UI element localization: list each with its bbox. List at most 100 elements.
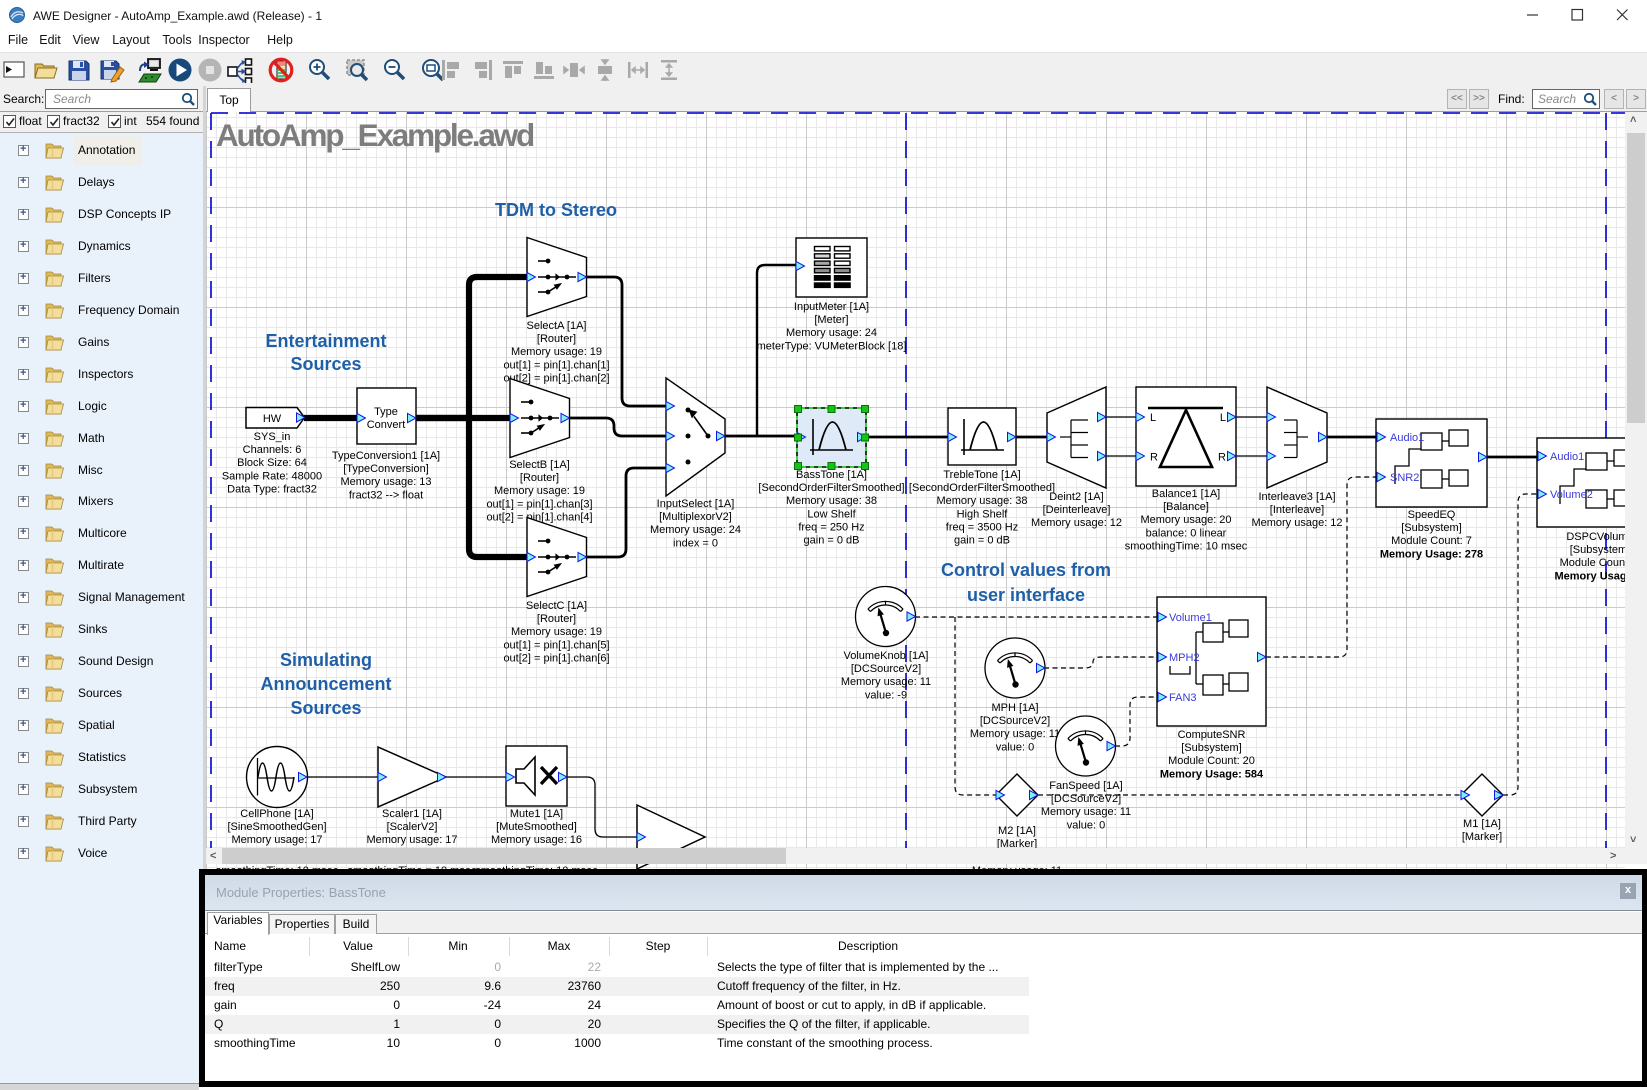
svg-text:value: 0: value: 0 <box>996 741 1035 753</box>
svg-text:SelectB [1A]: SelectB [1A] <box>509 459 570 471</box>
svg-text:out[1] = pin[1].chan[3]: out[1] = pin[1].chan[3] <box>486 498 592 510</box>
svg-text:[DCSourceV2]: [DCSourceV2] <box>1051 793 1121 805</box>
svg-text:Memory usage: 19: Memory usage: 19 <box>494 485 585 497</box>
svg-text:Channels: 6: Channels: 6 <box>243 444 302 456</box>
svg-text:[Subsystem]: [Subsystem] <box>1570 544 1625 556</box>
svg-text:L: L <box>1150 412 1156 424</box>
svg-text:Module Count: 5: Module Count: 5 <box>1560 557 1625 569</box>
svg-text:value: -9: value: -9 <box>865 689 907 701</box>
svg-text:Balance1 [1A]: Balance1 [1A] <box>1152 488 1221 500</box>
svg-text:ComputeSNR: ComputeSNR <box>1178 729 1246 741</box>
svg-text:Sample Rate: 48000: Sample Rate: 48000 <box>222 470 322 482</box>
svg-text:Memory Usage: 9: Memory Usage: 9 <box>1554 570 1625 582</box>
svg-text:[MuteSmoothed]: [MuteSmoothed] <box>496 821 577 833</box>
svg-text:[Meter]: [Meter] <box>814 314 848 326</box>
svg-text:index = 0: index = 0 <box>673 537 718 549</box>
svg-text:MPH2: MPH2 <box>1169 652 1200 664</box>
svg-text:SpeedEQ: SpeedEQ <box>1408 509 1456 521</box>
svg-text:Memory usage: 38: Memory usage: 38 <box>786 495 877 507</box>
svg-text:Memory usage: 12: Memory usage: 12 <box>1031 517 1122 529</box>
svg-text:Memory usage: 17: Memory usage: 17 <box>231 834 322 846</box>
svg-text:Simulating: Simulating <box>280 650 372 670</box>
svg-text:HW: HW <box>263 413 282 425</box>
svg-text:Memory usage: 19: Memory usage: 19 <box>511 626 602 638</box>
svg-text:freq = 250 Hz: freq = 250 Hz <box>798 521 864 533</box>
svg-text:[Subsystem]: [Subsystem] <box>1401 522 1462 534</box>
svg-text:[Balance]: [Balance] <box>1163 501 1209 513</box>
svg-text:Memory usage: 12: Memory usage: 12 <box>1251 517 1342 529</box>
svg-text:[Interleave]: [Interleave] <box>1270 504 1324 516</box>
svg-text:out[2] = pin[1].chan[6]: out[2] = pin[1].chan[6] <box>503 652 609 664</box>
svg-text:VolumeKnob [1A]: VolumeKnob [1A] <box>843 650 928 662</box>
svg-text:[Router]: [Router] <box>520 472 559 484</box>
svg-text:Sources: Sources <box>290 698 361 718</box>
svg-text:Memory usage: 16: Memory usage: 16 <box>491 834 582 846</box>
svg-text:[Router]: [Router] <box>537 333 576 345</box>
svg-text:Audio1: Audio1 <box>1550 451 1584 463</box>
svg-text:M2 [1A]: M2 [1A] <box>998 825 1036 837</box>
svg-text:BassTone [1A]: BassTone [1A] <box>796 469 867 481</box>
svg-text:SelectA [1A]: SelectA [1A] <box>527 320 587 332</box>
svg-text:AutoAmp_Example.awd: AutoAmp_Example.awd <box>216 117 534 153</box>
svg-text:value: 0: value: 0 <box>1067 819 1106 831</box>
svg-text:Entertainment: Entertainment <box>265 331 386 351</box>
svg-text:Memory Usage: 584: Memory Usage: 584 <box>1160 768 1264 780</box>
svg-text:fract32 --> float: fract32 --> float <box>349 489 423 501</box>
svg-text:SelectC [1A]: SelectC [1A] <box>526 600 587 612</box>
svg-text:InputSelect [1A]: InputSelect [1A] <box>657 498 735 510</box>
svg-text:CellPhone [1A]: CellPhone [1A] <box>240 808 313 820</box>
svg-text:Memory usage: 11: Memory usage: 11 <box>970 728 1060 740</box>
svg-text:Block Size: 64: Block Size: 64 <box>237 457 307 469</box>
svg-text:Announcement: Announcement <box>260 674 391 694</box>
svg-text:[Marker]: [Marker] <box>1462 831 1502 843</box>
svg-text:FAN3: FAN3 <box>1169 692 1197 704</box>
svg-text:Volume1: Volume1 <box>1169 612 1212 624</box>
svg-text:[ScalerV2]: [ScalerV2] <box>387 821 438 833</box>
svg-text:[DCSourceV2]: [DCSourceV2] <box>980 715 1050 727</box>
svg-text:High Shelf: High Shelf <box>957 508 1009 520</box>
svg-text:[Deinterleave]: [Deinterleave] <box>1043 504 1111 516</box>
svg-text:Module Count: 20: Module Count: 20 <box>1168 755 1255 767</box>
svg-text:Memory usage: 17: Memory usage: 17 <box>366 834 457 846</box>
svg-text:Type: Type <box>374 406 398 418</box>
svg-text:Deint2 [1A]: Deint2 [1A] <box>1049 491 1103 503</box>
svg-text:smoothingTime: 10 msec: smoothingTime: 10 msec <box>1125 540 1248 552</box>
svg-text:meterType: VUMeterBlock [18]: meterType: VUMeterBlock [18] <box>757 340 907 352</box>
svg-text:[Router]: [Router] <box>537 613 576 625</box>
svg-text:InputMeter [1A]: InputMeter [1A] <box>794 301 869 313</box>
svg-text:Memory usage: 11: Memory usage: 11 <box>841 676 931 688</box>
svg-text:M1 [1A]: M1 [1A] <box>1463 818 1501 830</box>
svg-text:DSPCVolume: DSPCVolume <box>1566 531 1625 543</box>
svg-text:Memory usage: 19: Memory usage: 19 <box>511 346 602 358</box>
svg-text:Scaler1 [1A]: Scaler1 [1A] <box>382 808 442 820</box>
svg-text:Volume2: Volume2 <box>1550 489 1593 501</box>
svg-text:[SineSmoothedGen]: [SineSmoothedGen] <box>227 821 326 833</box>
svg-text:Memory usage: 13: Memory usage: 13 <box>340 476 431 488</box>
svg-text:Low Shelf: Low Shelf <box>807 508 856 520</box>
svg-text:SYS_in: SYS_in <box>254 431 291 443</box>
svg-text:balance: 0 linear: balance: 0 linear <box>1146 527 1227 539</box>
svg-text:Mute1 [1A]: Mute1 [1A] <box>510 808 563 820</box>
svg-text:FanSpeed [1A]: FanSpeed [1A] <box>1049 780 1122 792</box>
svg-text:Data Type: fract32: Data Type: fract32 <box>227 483 317 495</box>
svg-text:Audio1: Audio1 <box>1390 432 1424 444</box>
svg-text:[SecondOrderFilterSmoothed]: [SecondOrderFilterSmoothed] <box>758 482 904 494</box>
svg-text:TrebleTone [1A]: TrebleTone [1A] <box>943 469 1020 481</box>
svg-text:R: R <box>1150 452 1158 464</box>
svg-text:Sources: Sources <box>290 354 361 374</box>
svg-text:Convert: Convert <box>367 419 406 431</box>
svg-text:R: R <box>1218 452 1226 464</box>
svg-text:TypeConversion1 [1A]: TypeConversion1 [1A] <box>332 450 440 462</box>
svg-text:user interface: user interface <box>967 585 1085 605</box>
svg-text:[MultiplexorV2]: [MultiplexorV2] <box>659 511 732 523</box>
svg-text:Memory usage: 38: Memory usage: 38 <box>936 495 1027 507</box>
svg-text:[DCSourceV2]: [DCSourceV2] <box>851 663 921 675</box>
svg-text:Memory Usage: 278: Memory Usage: 278 <box>1380 548 1483 560</box>
svg-text:Interleave3 [1A]: Interleave3 [1A] <box>1258 491 1335 503</box>
svg-text:Module Count: 7: Module Count: 7 <box>1391 535 1472 547</box>
svg-text:out[1] = pin[1].chan[1]: out[1] = pin[1].chan[1] <box>503 359 609 371</box>
svg-text:Memory usage: 24: Memory usage: 24 <box>650 524 741 536</box>
svg-text:gain = 0 dB: gain = 0 dB <box>804 535 860 547</box>
svg-text:Memory usage: 24: Memory usage: 24 <box>786 327 877 339</box>
svg-text:gain = 0 dB: gain = 0 dB <box>954 535 1010 547</box>
